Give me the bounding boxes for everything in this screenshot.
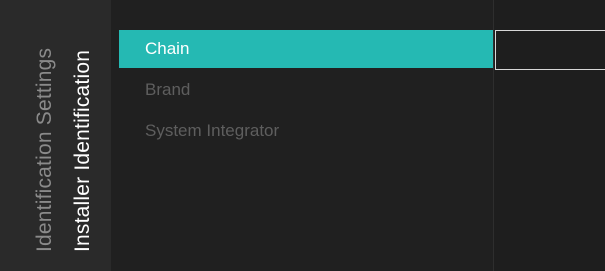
menu-item-system-integrator[interactable]: System Integrator [119,112,493,150]
menu-panel: Chain Brand System Integrator [111,0,493,271]
detail-panel [494,0,605,271]
menu-list: Chain Brand System Integrator [119,30,493,150]
menu-item-brand[interactable]: Brand [119,71,493,109]
chain-name-input[interactable] [495,30,605,70]
menu-item-chain[interactable]: Chain [119,30,493,68]
tv-settings-screen: Identification Settings Installer Identi… [0,0,605,271]
menu-item-label: Chain [145,39,190,58]
breadcrumb: Identification Settings Installer Identi… [0,0,111,271]
breadcrumb-parent-title[interactable]: Identification Settings [33,48,57,252]
menu-item-label: Brand [145,80,191,99]
menu-item-label: System Integrator [145,121,280,140]
breadcrumb-current-title: Installer Identification [71,49,94,252]
